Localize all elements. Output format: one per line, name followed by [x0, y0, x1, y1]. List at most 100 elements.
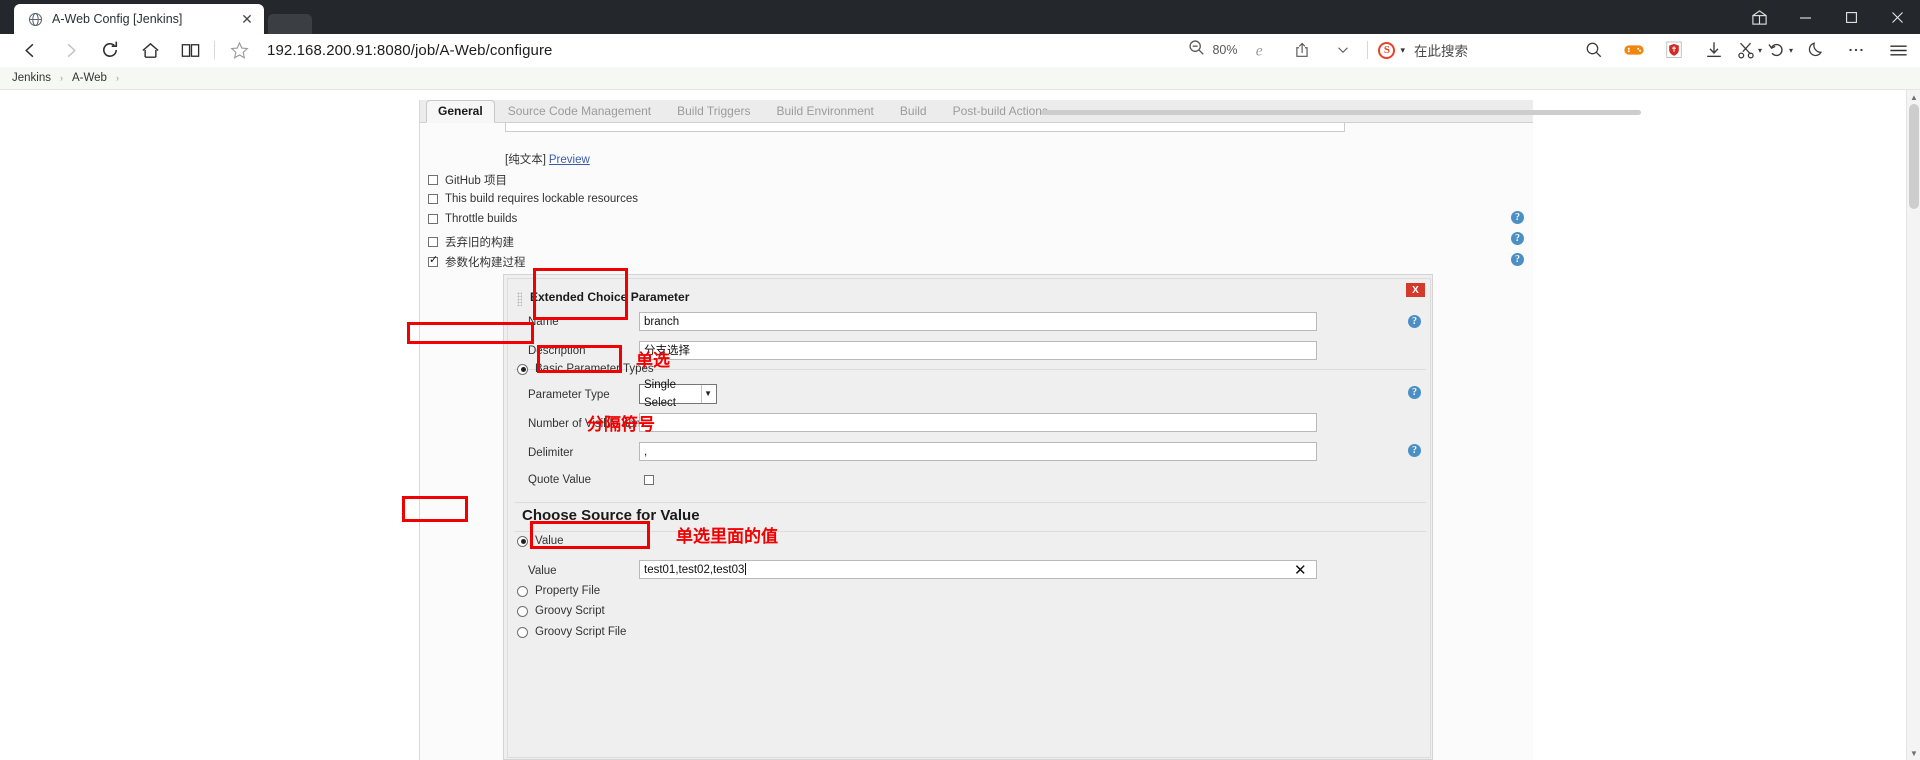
plain-text-label: [纯文本] [505, 154, 546, 166]
scroll-down-arrow-icon[interactable]: ▼ [1907, 746, 1920, 760]
help-icon-parameterized-build[interactable]: ? [1511, 253, 1524, 266]
input-description[interactable]: 分支选择 [639, 341, 1317, 360]
radio-source-value[interactable] [517, 535, 528, 547]
input-value[interactable]: test01,test02,test03 [639, 560, 1317, 579]
security-shield-icon[interactable] [1654, 34, 1694, 67]
internet-explorer-icon[interactable]: e [1243, 34, 1283, 67]
input-visible-items[interactable] [639, 413, 1317, 432]
radio-row-value[interactable]: Value [517, 535, 564, 547]
checkbox-row-parameterized-build[interactable]: 参数化构建过程 [428, 254, 526, 270]
clear-value-icon[interactable]: ✕ [1294, 561, 1307, 579]
checkbox-throttle-builds[interactable] [428, 214, 438, 224]
tab-general[interactable]: General [426, 100, 495, 123]
checkbox-lockable-resources[interactable] [428, 194, 438, 204]
checkbox-github-project[interactable] [428, 175, 438, 185]
sogou-caret-icon[interactable]: ▾ [1400, 45, 1405, 56]
preview-link[interactable]: Preview [549, 154, 590, 166]
zoom-level-label[interactable]: 80% [1212, 43, 1237, 57]
zoom-controls: 80% [1188, 39, 1243, 61]
window-close-button[interactable] [1874, 0, 1920, 34]
minimize-button[interactable] [1782, 0, 1828, 34]
tab-close-icon[interactable]: ✕ [236, 8, 258, 30]
label-groovy-script-file: Groovy Script File [535, 626, 627, 638]
input-name[interactable]: branch [639, 312, 1317, 331]
gift-icon[interactable] [1736, 0, 1782, 34]
forward-button[interactable] [50, 34, 90, 67]
remove-parameter-button[interactable]: X [1406, 283, 1425, 297]
breadcrumb-item-aweb[interactable]: A-Web [72, 72, 107, 84]
radio-groovy-script-file[interactable] [517, 626, 528, 638]
globe-favicon-icon [28, 12, 43, 27]
checkbox-row-lockable-resources[interactable]: This build requires lockable resources [428, 193, 638, 205]
help-icon-discard-old-builds[interactable]: ? [1511, 232, 1524, 245]
zoom-out-icon[interactable] [1188, 39, 1205, 61]
checkbox-parameterized-build[interactable] [428, 254, 438, 267]
horizontal-scrollbar-thumb[interactable] [1041, 110, 1641, 115]
help-icon-parameter-type[interactable]: ? [1408, 386, 1421, 399]
help-icon-throttle-builds[interactable]: ? [1511, 211, 1524, 224]
window-controls [1736, 0, 1920, 34]
more-dots-icon[interactable] [1836, 34, 1876, 67]
annotation-text-value: 单选里面的值 [676, 527, 778, 547]
help-icon-delimiter[interactable]: ? [1408, 444, 1421, 457]
radio-property-file[interactable] [517, 585, 528, 597]
tab-build-environment[interactable]: Build Environment [764, 101, 887, 122]
bookmark-star-icon[interactable] [219, 34, 259, 67]
select-parameter-type[interactable]: Single Select ▼ [639, 379, 717, 409]
maximize-button[interactable] [1828, 0, 1874, 34]
scroll-up-arrow-icon[interactable]: ▲ [1907, 90, 1920, 104]
checkbox-row-github-project[interactable]: GitHub 项目 [428, 172, 507, 188]
nav-divider [214, 41, 215, 59]
page-vertical-scrollbar[interactable]: ▲ ▼ [1906, 90, 1920, 760]
download-icon[interactable] [1694, 34, 1734, 67]
tab-source-code-management[interactable]: Source Code Management [495, 101, 664, 122]
text-caret [745, 563, 747, 575]
label-groovy-script: Groovy Script [535, 605, 605, 617]
radio-row-property-file[interactable]: Property File [517, 585, 600, 597]
checkbox-row-discard-old-builds[interactable]: 丢弃旧的构建 [428, 234, 514, 250]
tab-build-triggers[interactable]: Build Triggers [664, 101, 763, 122]
input-delimiter[interactable]: , [639, 442, 1317, 461]
radio-basic-parameter-types[interactable] [517, 363, 528, 375]
new-tab-button[interactable] [268, 14, 312, 34]
history-undo-icon[interactable]: ▾ [1764, 34, 1796, 67]
checkbox-discard-old-builds[interactable] [428, 237, 438, 247]
dark-mode-moon-icon[interactable] [1796, 34, 1836, 67]
tab-build[interactable]: Build [887, 101, 940, 122]
config-form-body: [纯文本] Preview GitHub 项目 This build requir… [420, 123, 1533, 760]
checkbox-label-throttle-builds: Throttle builds [445, 213, 518, 225]
back-button[interactable] [10, 34, 50, 67]
jenkins-config-form: General Source Code Management Build Tri… [393, 90, 1641, 760]
radio-row-groovy-script-file[interactable]: Groovy Script File [517, 626, 626, 638]
address-bar[interactable]: 192.168.200.91:8080/job/A-Web/configure [259, 34, 1188, 67]
radio-row-groovy-script[interactable]: Groovy Script [517, 605, 605, 617]
chevron-down-icon[interactable] [1323, 34, 1363, 67]
checkbox-row-throttle-builds[interactable]: Throttle builds [428, 213, 517, 225]
screenshot-scissors-icon[interactable]: ▾ [1734, 34, 1764, 67]
radio-groovy-script[interactable] [517, 605, 528, 617]
browser-tab[interactable]: A-Web Config [Jenkins] ✕ [14, 4, 264, 34]
reload-button[interactable] [90, 34, 130, 67]
description-textarea-bottom[interactable] [505, 123, 1345, 132]
field-row-quote-value: Quote Value [508, 471, 1432, 501]
breadcrumb-item-jenkins[interactable]: Jenkins [12, 72, 51, 84]
help-icon-name[interactable]: ? [1408, 315, 1421, 328]
divider-before-source-section [514, 502, 1426, 503]
gamepad-icon[interactable] [1614, 34, 1654, 67]
scrollbar-thumb[interactable] [1909, 104, 1919, 209]
hamburger-menu-icon[interactable] [1876, 34, 1920, 67]
sogou-logo-icon: S [1378, 41, 1396, 59]
home-button[interactable] [130, 34, 170, 67]
label-value-field: Value [528, 565, 557, 577]
search-icon[interactable] [1574, 34, 1614, 67]
share-icon[interactable] [1283, 34, 1323, 67]
reading-list-button[interactable] [170, 34, 210, 67]
radio-row-basic-parameter-types[interactable]: Basic Parameter Types [517, 363, 654, 375]
annotation-text-single-select: 单选 [636, 351, 670, 371]
label-quote-value: Quote Value [528, 474, 592, 486]
label-parameter-type: Parameter Type [528, 389, 610, 401]
sogou-search-entry[interactable]: S ▾ 在此搜索 [1372, 40, 1474, 60]
drag-handle-icon[interactable] [517, 292, 522, 306]
select-chevron-down-icon[interactable]: ▼ [701, 385, 714, 403]
checkbox-quote-value[interactable] [644, 475, 654, 485]
